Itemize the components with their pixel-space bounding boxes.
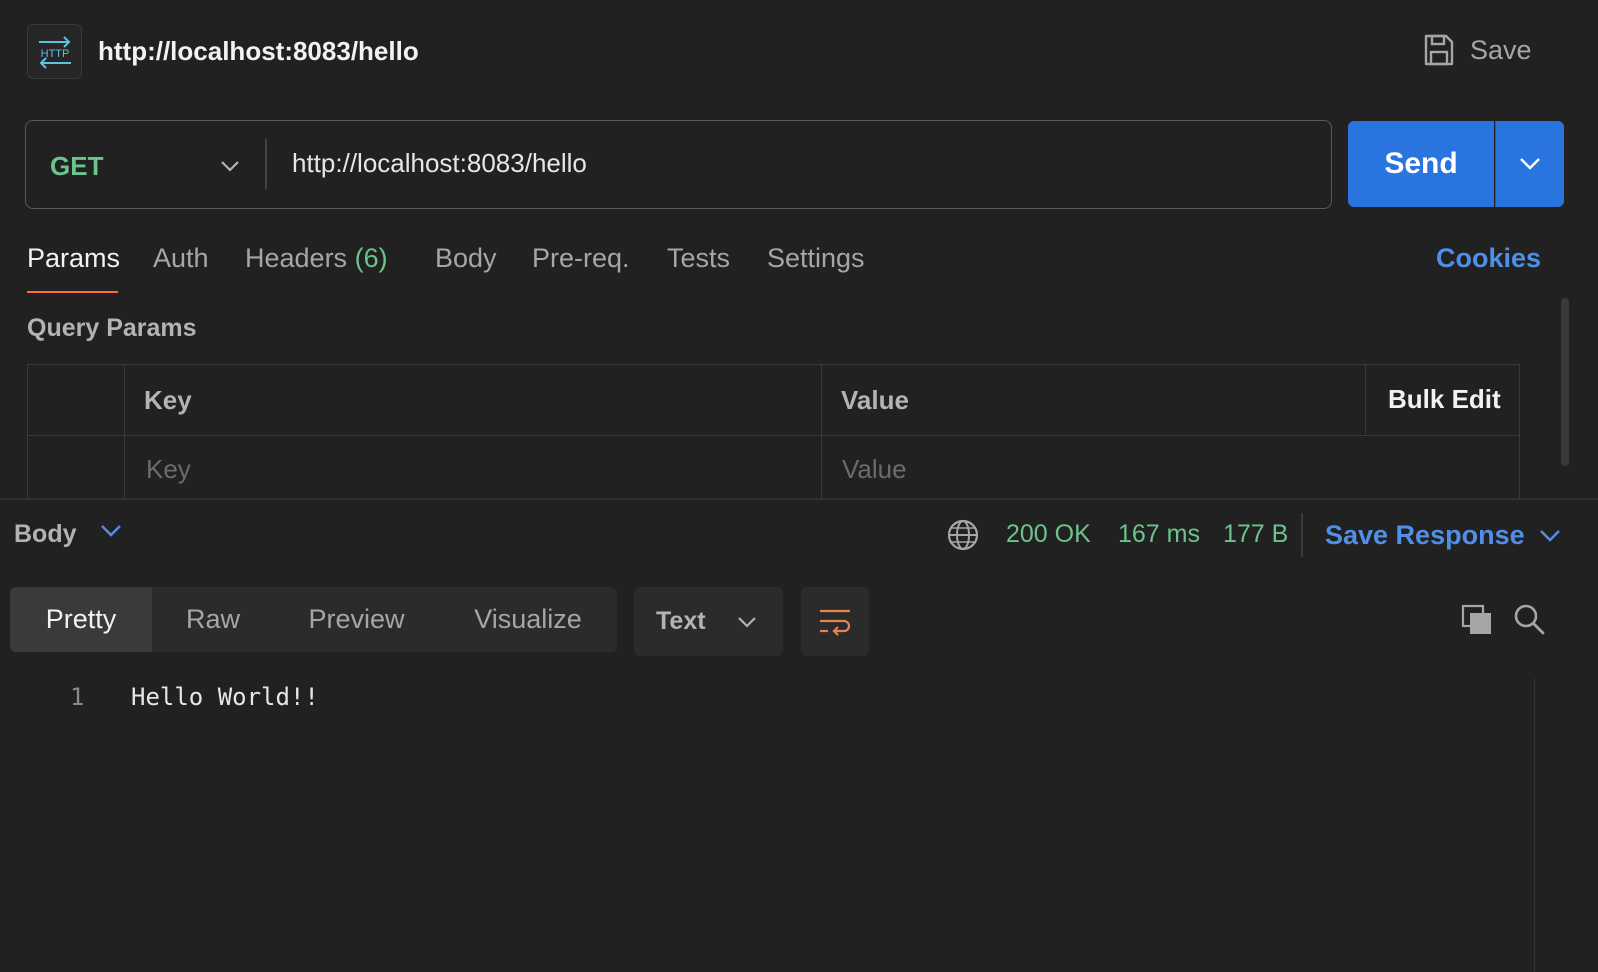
copy-button[interactable]: [1460, 603, 1494, 642]
search-button[interactable]: [1512, 602, 1546, 641]
response-view-tabs: Pretty Raw Preview Visualize: [10, 587, 617, 652]
network-info-button[interactable]: [946, 518, 980, 557]
save-button[interactable]: Save: [1422, 32, 1532, 68]
copy-icon: [1461, 604, 1491, 634]
chevron-down-icon: [1520, 158, 1540, 170]
headers-count: (6): [354, 243, 388, 273]
key-column-header: Key: [144, 385, 192, 415]
response-size[interactable]: 177 B: [1223, 520, 1288, 549]
column-divider: [124, 365, 125, 500]
editor-scrollbar-track[interactable]: [1534, 678, 1535, 972]
tab-body[interactable]: Body: [435, 243, 497, 274]
response-section-dropdown[interactable]: [100, 524, 122, 543]
view-tab-pretty[interactable]: Pretty: [10, 587, 152, 652]
query-params-title: Query Params: [27, 314, 197, 342]
tab-auth[interactable]: Auth: [153, 243, 209, 274]
tab-params[interactable]: Params: [27, 243, 120, 274]
save-label: Save: [1470, 34, 1532, 65]
save-response-label: Save Response: [1325, 520, 1525, 550]
method-divider: [265, 139, 267, 189]
method-select[interactable]: GET: [50, 147, 240, 185]
tab-headers[interactable]: Headers (6): [245, 243, 388, 274]
tab-prereq[interactable]: Pre-req.: [532, 243, 630, 274]
view-tab-visualize[interactable]: Visualize: [439, 587, 617, 652]
column-divider: [821, 365, 822, 500]
bulk-edit-button[interactable]: Bulk Edit: [1388, 384, 1501, 415]
format-select[interactable]: Text: [634, 587, 783, 656]
tab-headers-label: Headers: [245, 243, 348, 273]
tab-tests[interactable]: Tests: [667, 243, 730, 274]
column-divider: [1365, 365, 1366, 434]
status-code[interactable]: 200 OK: [1006, 520, 1091, 549]
method-label: GET: [50, 150, 104, 181]
chevron-down-icon: [738, 616, 756, 628]
format-label: Text: [656, 607, 706, 635]
send-button[interactable]: Send: [1348, 121, 1494, 207]
request-pane-scrollbar[interactable]: [1561, 298, 1569, 466]
row-divider: [28, 435, 1519, 436]
view-tab-preview[interactable]: Preview: [274, 587, 439, 652]
response-body-label[interactable]: Body: [14, 520, 77, 549]
save-response-button[interactable]: Save Response: [1325, 520, 1561, 551]
active-tab-indicator: [27, 291, 118, 293]
param-value-input[interactable]: [842, 451, 1502, 487]
line-number: 1: [70, 683, 85, 711]
send-label: Send: [1384, 147, 1458, 180]
view-tab-raw[interactable]: Raw: [152, 587, 274, 652]
value-column-header: Value: [841, 385, 909, 415]
cookies-link[interactable]: Cookies: [1436, 243, 1541, 274]
response-time[interactable]: 167 ms: [1118, 520, 1200, 549]
wrap-lines-icon: [820, 609, 851, 636]
chevron-down-icon: [221, 161, 239, 172]
chevron-down-icon: [101, 525, 121, 537]
param-key-input[interactable]: [146, 451, 806, 487]
http-icon: HTTP: [38, 35, 71, 69]
wrap-lines-button[interactable]: [801, 587, 869, 656]
status-divider: [1301, 513, 1303, 557]
send-options-button[interactable]: [1495, 121, 1564, 207]
response-body-line[interactable]: Hello World!!: [131, 683, 319, 711]
pane-resize-handle[interactable]: [0, 498, 1598, 500]
request-title[interactable]: http://localhost:8083/hello: [98, 36, 419, 67]
url-input[interactable]: [292, 142, 1312, 184]
query-params-table: Key Value Bulk Edit: [27, 364, 1520, 500]
tab-settings[interactable]: Settings: [767, 243, 865, 274]
chevron-down-icon: [1539, 529, 1560, 542]
globe-icon: [947, 519, 979, 551]
search-icon: [1514, 604, 1545, 635]
http-request-icon: HTTP: [27, 24, 82, 79]
save-icon: [1424, 34, 1454, 66]
